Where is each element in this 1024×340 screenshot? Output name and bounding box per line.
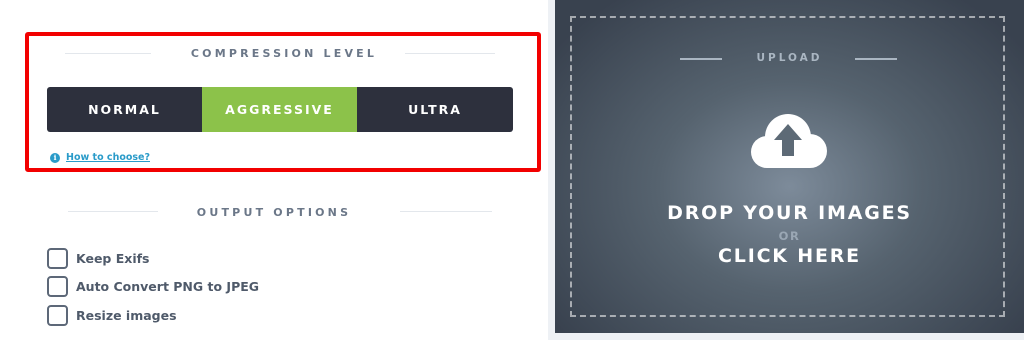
keep-exifs-checkbox[interactable]: Keep Exifs xyxy=(47,248,150,269)
keep-exifs-label: Keep Exifs xyxy=(76,251,150,266)
how-to-choose-link[interactable]: i How to choose? xyxy=(50,152,150,163)
cloud-upload-icon xyxy=(751,114,827,168)
compression-option-ultra[interactable]: ULTRA xyxy=(357,87,513,132)
drop-images-text: DROP YOUR IMAGES xyxy=(667,202,912,224)
compression-level-heading: COMPRESSION LEVEL xyxy=(190,47,378,60)
options-panel: COMPRESSION LEVEL NORMAL AGGRESSIVE ULTR… xyxy=(0,0,548,340)
compression-option-aggressive[interactable]: AGGRESSIVE xyxy=(202,87,357,132)
info-icon: i xyxy=(50,152,60,163)
checkbox-box[interactable] xyxy=(47,248,68,269)
upload-heading: UPLOAD xyxy=(756,52,823,64)
auto-convert-png-label: Auto Convert PNG to JPEG xyxy=(76,279,260,294)
how-to-choose-label: How to choose? xyxy=(66,152,150,163)
resize-images-label: Resize images xyxy=(76,308,177,323)
compression-option-normal[interactable]: NORMAL xyxy=(47,87,202,132)
output-options-heading: OUTPUT OPTIONS xyxy=(196,206,352,219)
resize-images-checkbox[interactable]: Resize images xyxy=(47,305,177,326)
checkbox-box[interactable] xyxy=(47,276,68,297)
click-here-text: CLICK HERE xyxy=(718,245,861,267)
upload-dropzone[interactable]: UPLOAD DROP YOUR IMAGES OR CLICK HERE xyxy=(555,0,1024,333)
auto-convert-png-checkbox[interactable]: Auto Convert PNG to JPEG xyxy=(47,276,259,297)
compression-level-selector: NORMAL AGGRESSIVE ULTRA xyxy=(47,87,513,132)
checkbox-box[interactable] xyxy=(47,305,68,326)
or-text: OR xyxy=(778,229,801,243)
